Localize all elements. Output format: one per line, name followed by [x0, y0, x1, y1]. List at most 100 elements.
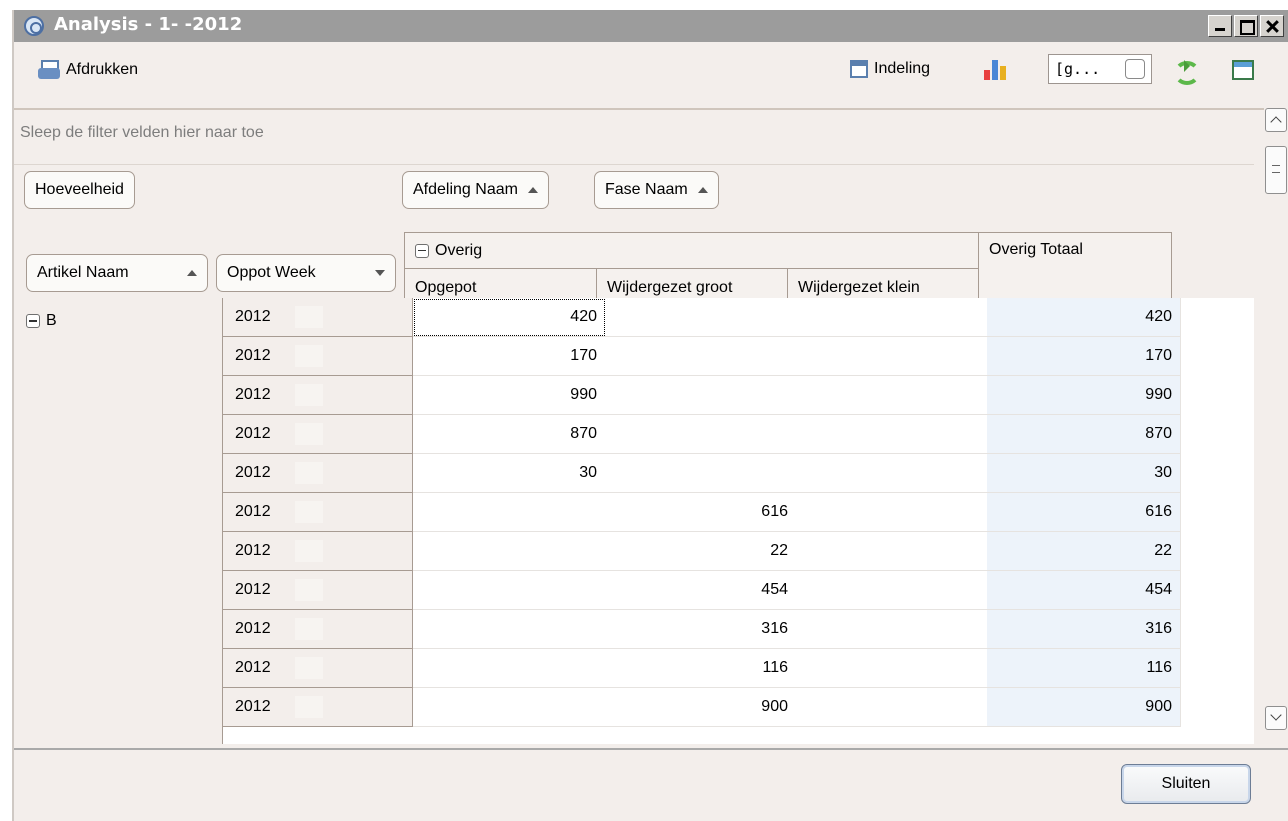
minimize-button[interactable] — [1208, 15, 1232, 37]
week-label: 2012 — [235, 308, 271, 325]
collapse-icon[interactable] — [415, 243, 429, 258]
row-header-week[interactable]: 2012 — [223, 415, 413, 454]
pivot-header: Artikel Naam Oppot Week Overig Overig To… — [14, 220, 1254, 308]
filter-drop-area[interactable]: Sleep de filter velden hier naar toe — [14, 110, 1254, 165]
row-header-week[interactable]: 2012 — [223, 532, 413, 571]
cell-wijdergezet-klein[interactable] — [796, 571, 988, 610]
collapse-icon[interactable] — [26, 314, 40, 328]
table-row: 2012 990 990 — [223, 376, 1254, 415]
footer: Sluiten — [14, 748, 1288, 821]
field-selector[interactable]: [g... — [1048, 54, 1152, 84]
cell-opgepot[interactable] — [413, 532, 606, 571]
week-label: 2012 — [235, 542, 271, 559]
cell-wijdergezet-klein[interactable] — [796, 298, 988, 337]
cell-overig-totaal[interactable]: 616 — [987, 493, 1181, 532]
cell-wijdergezet-groot[interactable]: 22 — [605, 532, 797, 571]
cell-opgepot[interactable] — [413, 610, 606, 649]
cell-wijdergezet-klein[interactable] — [796, 415, 988, 454]
cell-overig-totaal[interactable]: 870 — [987, 415, 1181, 454]
week-label: 2012 — [235, 620, 271, 637]
print-label: Afdrukken — [66, 61, 139, 78]
cell-opgepot[interactable] — [413, 649, 606, 688]
cell-wijdergezet-klein[interactable] — [796, 532, 988, 571]
cell-opgepot[interactable]: 870 — [413, 415, 606, 454]
cell-opgepot[interactable]: 990 — [413, 376, 606, 415]
data-field-hoeveelheid[interactable]: Hoeveelheid — [24, 171, 135, 209]
cell-overig-totaal[interactable]: 454 — [987, 571, 1181, 610]
cell-opgepot[interactable]: 420 — [413, 298, 606, 337]
cell-overig-totaal[interactable]: 22 — [987, 532, 1181, 571]
grid-view-button[interactable] — [1232, 60, 1254, 80]
cell-overig-totaal[interactable]: 420 — [987, 298, 1181, 337]
cell-wijdergezet-klein[interactable] — [796, 376, 988, 415]
scroll-down-button[interactable] — [1265, 706, 1287, 730]
row-group-cell[interactable]: B — [22, 298, 223, 744]
field-selector-checkbox[interactable] — [1125, 59, 1145, 79]
chart-button[interactable] — [984, 58, 1008, 80]
layout-label: Indeling — [874, 60, 931, 77]
row-header-week[interactable]: 2012 — [223, 454, 413, 493]
maximize-button[interactable] — [1234, 15, 1258, 37]
cell-wijdergezet-groot[interactable]: 316 — [605, 610, 797, 649]
cell-wijdergezet-klein[interactable] — [796, 454, 988, 493]
table-row: 2012 116 116 — [223, 649, 1254, 688]
cell-wijdergezet-klein[interactable] — [796, 649, 988, 688]
table-row: 2012 316 316 — [223, 610, 1254, 649]
cell-overig-totaal[interactable]: 170 — [987, 337, 1181, 376]
column-field-afdeling[interactable]: Afdeling Naam — [402, 171, 549, 209]
week-label: 2012 — [235, 698, 271, 715]
row-header-week[interactable]: 2012 — [223, 571, 413, 610]
cell-wijdergezet-groot[interactable] — [605, 415, 797, 454]
cell-overig-totaal[interactable]: 316 — [987, 610, 1181, 649]
cell-wijdergezet-klein[interactable] — [796, 610, 988, 649]
scroll-up-button[interactable] — [1265, 108, 1287, 132]
cell-wijdergezet-klein[interactable] — [796, 493, 988, 532]
close-button[interactable]: Sluiten — [1121, 764, 1251, 804]
cell-wijdergezet-groot[interactable] — [605, 337, 797, 376]
row-field-artikel[interactable]: Artikel Naam — [26, 254, 208, 292]
row-header-week[interactable]: 2012 — [223, 610, 413, 649]
column-group-header[interactable]: Overig — [404, 232, 979, 269]
print-button[interactable]: Afdrukken — [38, 60, 138, 80]
column-label: Wijdergezet klein — [798, 279, 920, 296]
cell-overig-totaal[interactable]: 900 — [987, 688, 1181, 727]
bar-chart-icon — [984, 58, 1008, 80]
column-label: Wijdergezet groot — [607, 279, 733, 296]
refresh-button[interactable] — [1172, 58, 1200, 85]
cell-overig-totaal[interactable]: 990 — [987, 376, 1181, 415]
row-header-week[interactable]: 2012 — [223, 298, 413, 337]
sort-ascending-icon — [527, 187, 538, 193]
cell-wijdergezet-groot[interactable]: 116 — [605, 649, 797, 688]
cell-wijdergezet-groot[interactable] — [605, 298, 797, 337]
cell-wijdergezet-groot[interactable] — [605, 454, 797, 493]
cell-opgepot[interactable] — [413, 571, 606, 610]
row-field-oppot-week[interactable]: Oppot Week — [216, 254, 396, 292]
week-label: 2012 — [235, 464, 271, 481]
cell-wijdergezet-groot[interactable]: 900 — [605, 688, 797, 727]
close-window-button[interactable] — [1260, 15, 1284, 37]
cell-opgepot[interactable]: 170 — [413, 337, 606, 376]
cell-wijdergezet-klein[interactable] — [796, 337, 988, 376]
row-header-week[interactable]: 2012 — [223, 649, 413, 688]
table-row: 2012 616 616 — [223, 493, 1254, 532]
layout-button[interactable]: Indeling — [850, 60, 930, 78]
row-header-week[interactable]: 2012 — [223, 493, 413, 532]
row-header-week[interactable]: 2012 — [223, 337, 413, 376]
cell-wijdergezet-klein[interactable] — [796, 688, 988, 727]
column-field-fase[interactable]: Fase Naam — [594, 171, 719, 209]
cell-opgepot[interactable] — [413, 688, 606, 727]
cell-overig-totaal[interactable]: 116 — [987, 649, 1181, 688]
cell-wijdergezet-groot[interactable]: 616 — [605, 493, 797, 532]
row-header-week[interactable]: 2012 — [223, 688, 413, 727]
cell-overig-totaal[interactable]: 30 — [987, 454, 1181, 493]
title-bar[interactable]: Analysis - 1- -2012 — [14, 10, 1288, 42]
total-column-header[interactable]: Overig Totaal — [978, 232, 1172, 308]
scroll-thumb[interactable] — [1265, 146, 1287, 194]
cell-wijdergezet-groot[interactable]: 454 — [605, 571, 797, 610]
cell-wijdergezet-groot[interactable] — [605, 376, 797, 415]
table-row: 2012 454 454 — [223, 571, 1254, 610]
cell-opgepot[interactable]: 30 — [413, 454, 606, 493]
cell-opgepot[interactable] — [413, 493, 606, 532]
row-header-week[interactable]: 2012 — [223, 376, 413, 415]
vertical-scrollbar[interactable] — [1264, 108, 1288, 748]
